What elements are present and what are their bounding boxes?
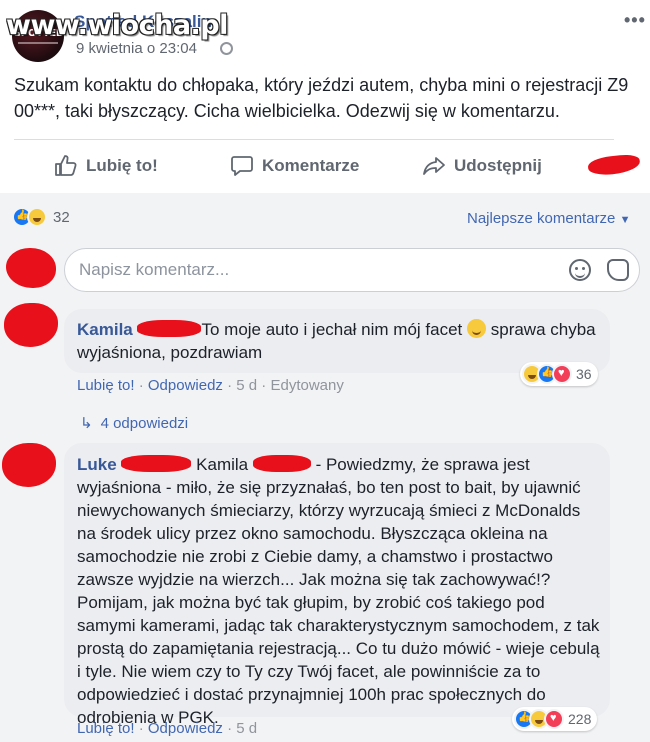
commenter-avatar[interactable] <box>4 303 58 347</box>
comment-like-link[interactable]: Lubię to! <box>77 720 135 737</box>
sort-label: Najlepsze komentarze <box>467 210 616 227</box>
redacted-surname <box>121 455 192 472</box>
post-timestamp[interactable]: 9 kwietnia o 23:04 <box>76 40 197 57</box>
comment-time[interactable]: 5 d <box>236 377 257 394</box>
comment-body: - Powiedzmy, że sprawa jest wyjaśniona -… <box>77 455 600 727</box>
comment-edited: Edytowany <box>270 377 344 394</box>
comment-reply-link[interactable]: Odpowiedz <box>148 720 223 737</box>
more-options-icon[interactable]: ••• <box>624 10 646 31</box>
comment-meta: Lubię to! · Odpowiedz · 5 d <box>77 720 258 737</box>
sticker-icon[interactable] <box>607 259 629 281</box>
reply-arrow-icon: ↳ <box>80 415 93 432</box>
comment-time[interactable]: 5 d <box>236 720 257 737</box>
like-label: Lubię to! <box>86 156 158 175</box>
post-actions: Lubię to! Komentarze Udostępnij <box>14 140 640 192</box>
comment-text: Luke Kamila - Powiedzmy, że sprawa jest … <box>77 453 602 729</box>
comment-text: Kamila To moje auto i jechał nim mój fac… <box>77 318 597 364</box>
comment-reaction-count: 36 <box>576 366 592 382</box>
avatar-decoration <box>18 42 58 44</box>
redacted-surname <box>137 320 202 337</box>
comment-mention[interactable]: Kamila <box>196 455 248 474</box>
comment-label: Komentarze <box>262 156 360 175</box>
love-reaction-icon <box>552 364 572 384</box>
sort-comments-dropdown[interactable]: Najlepsze komentarze ▼ <box>467 210 630 227</box>
smile-emoji-icon <box>467 319 487 338</box>
comment-meta: Lubię to! · Odpowiedz · 5 d · Edytowany <box>77 377 344 394</box>
replies-label: 4 odpowiedzi <box>100 414 189 432</box>
share-button[interactable]: Udostępnij <box>422 152 542 180</box>
comments-section: 32 Najlepsze komentarze ▼ Kamila To moje… <box>0 193 650 742</box>
comment-reply-link[interactable]: Odpowiedz <box>148 377 223 394</box>
post-header: SPOTTED Spotted Koszalin www.wiocha.pl 9… <box>0 0 650 62</box>
view-replies-link[interactable]: ↳ 4 odpowiedzi <box>80 414 189 433</box>
comment-reaction-count: 228 <box>568 711 592 727</box>
thumbs-up-icon <box>55 155 77 176</box>
comment-composer[interactable] <box>64 248 640 292</box>
watermark: www.wiocha.pl <box>6 10 228 41</box>
emoji-icon[interactable] <box>569 259 591 281</box>
comment-author[interactable]: Luke <box>77 455 117 474</box>
post-text: Szukam kontaktu do chłopaka, który jeźdz… <box>14 75 629 121</box>
share-label: Udostępnij <box>454 156 542 175</box>
comment-input[interactable] <box>79 259 559 281</box>
caret-down-icon: ▼ <box>619 214 631 226</box>
comment-like-link[interactable]: Lubię to! <box>77 377 135 394</box>
love-reaction-icon <box>544 709 564 729</box>
comment-reactions[interactable]: 228 <box>512 707 598 731</box>
comment-icon <box>231 156 253 176</box>
share-icon <box>423 157 445 175</box>
comment-button[interactable]: Komentarze <box>230 152 359 180</box>
like-button[interactable]: Lubię to! <box>54 152 158 180</box>
commenter-avatar[interactable] <box>2 443 56 487</box>
redacted-surname <box>252 455 311 472</box>
current-user-avatar <box>6 248 56 288</box>
comment-reactions[interactable]: 36 <box>520 362 598 386</box>
comment-body: To moje auto i jechał nim mój facet <box>201 320 463 339</box>
haha-reaction-icon <box>27 207 47 227</box>
reaction-count: 32 <box>53 208 70 226</box>
reactions-summary[interactable]: 32 <box>12 207 70 227</box>
comment-author[interactable]: Kamila <box>77 320 133 339</box>
globe-icon <box>220 42 233 55</box>
